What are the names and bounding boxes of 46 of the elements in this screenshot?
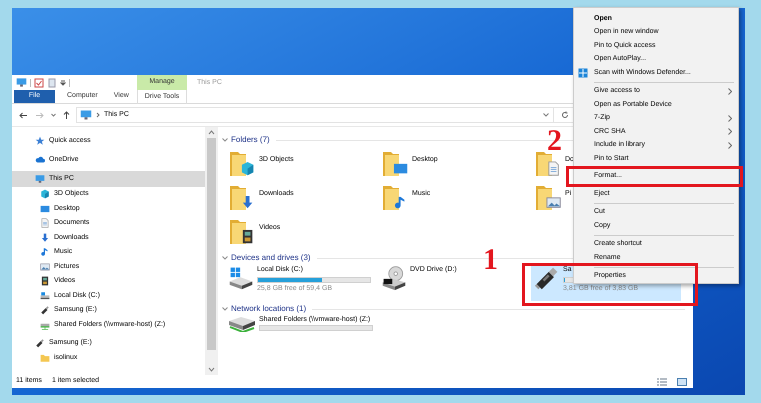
details-view-icon[interactable]	[657, 378, 667, 386]
group-header[interactable]: Folders (7)	[231, 134, 270, 146]
picture-icon	[40, 262, 50, 272]
usb-drive-icon	[534, 265, 560, 291]
monitor-icon	[16, 77, 27, 88]
step-number: 2	[547, 126, 562, 156]
folder-icon	[534, 150, 562, 178]
document-icon	[40, 218, 50, 228]
scrollbar-thumb[interactable]	[207, 138, 216, 350]
desktop-icon	[40, 204, 50, 214]
star-icon	[35, 136, 45, 146]
monitor-icon	[80, 109, 92, 121]
refresh-icon	[560, 111, 568, 119]
music-note-icon	[40, 247, 50, 258]
large-icons-view-icon[interactable]	[677, 378, 687, 386]
history-dropdown-icon[interactable]	[543, 113, 549, 117]
breadcrumb-chevron-icon	[96, 112, 100, 118]
usb-drive-icon	[40, 305, 50, 316]
down-arrow-icon	[40, 232, 50, 243]
folder-icon	[381, 150, 409, 178]
chevron-down-icon[interactable]	[222, 256, 228, 260]
scroll-down-icon[interactable]	[208, 367, 215, 372]
dvd-drive-icon	[381, 265, 407, 291]
folder-icon	[40, 353, 50, 364]
cube-icon	[40, 189, 50, 200]
back-icon[interactable]	[19, 112, 28, 118]
dropdown-icon[interactable]	[60, 80, 66, 86]
usb-drive-icon	[35, 338, 45, 348]
group-header[interactable]: Devices and drives (3)	[231, 252, 311, 264]
step-number: 1	[483, 245, 498, 275]
monitor-icon	[35, 174, 45, 184]
film-icon	[40, 276, 50, 286]
folder-icon	[228, 150, 256, 178]
folder-icon	[534, 184, 562, 212]
scrollbar[interactable]	[205, 127, 218, 375]
cloud-icon	[35, 155, 45, 165]
chevron-down-icon[interactable]	[222, 138, 228, 142]
group-header[interactable]: Network locations (1)	[231, 303, 306, 315]
hard-drive-icon	[40, 290, 50, 301]
network-drive-icon	[228, 316, 256, 332]
properties-icon[interactable]	[34, 78, 44, 88]
recent-dropdown-icon[interactable]	[51, 113, 56, 117]
scroll-up-icon[interactable]	[208, 130, 215, 135]
hard-drive-icon	[228, 265, 254, 291]
chevron-down-icon[interactable]	[222, 307, 228, 311]
up-icon[interactable]	[63, 110, 70, 120]
